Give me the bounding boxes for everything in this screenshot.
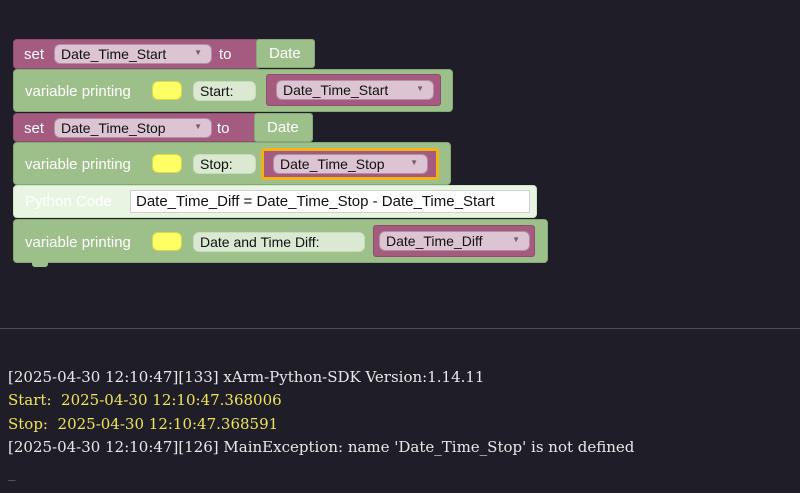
dropdown-arrow-icon: ▼ — [416, 84, 424, 93]
set-label: set — [24, 120, 45, 137]
color-swatch[interactable] — [152, 154, 182, 173]
text-field-diff[interactable]: Date and Time Diff: — [193, 232, 365, 252]
variable-dropdown-print-start[interactable]: Date_Time_Start ▼ — [276, 80, 434, 100]
dropdown-arrow-icon: ▼ — [512, 235, 520, 244]
blockly-workspace[interactable]: set Date_Time_Start ▼ to Date variable p… — [0, 0, 800, 328]
console-line: Start: 2025-04-30 12:10:47.368006 — [8, 391, 282, 409]
variable-printing-label: variable printing — [25, 156, 131, 173]
console-line: [2025-04-30 12:10:47][133] xArm-Python-S… — [8, 368, 485, 386]
python-code-input[interactable]: Date_Time_Diff = Date_Time_Stop - Date_T… — [130, 190, 530, 213]
console-output: [2025-04-30 12:10:47][133] xArm-Python-S… — [0, 329, 800, 493]
variable-printing-label: variable printing — [25, 234, 131, 251]
color-swatch[interactable] — [152, 81, 182, 100]
variable-dropdown-print-stop[interactable]: Date_Time_Stop ▼ — [273, 154, 428, 174]
python-code-block[interactable]: Python Code Date_Time_Diff = Date_Time_S… — [13, 185, 537, 218]
variable-dropdown-start[interactable]: Date_Time_Start ▼ — [54, 44, 212, 64]
python-code-label: Python Code — [25, 193, 112, 210]
block-connector — [32, 262, 48, 267]
variable-printing-diff-block[interactable]: variable printing Date and Time Diff: Da… — [13, 219, 548, 263]
variable-socket-diff[interactable]: Date_Time_Diff ▼ — [373, 225, 535, 257]
text-field-start[interactable]: Start: — [193, 81, 256, 101]
dropdown-arrow-icon: ▼ — [410, 158, 418, 167]
console-cursor: _ — [8, 463, 16, 481]
set-start-block[interactable]: set Date_Time_Start ▼ to — [13, 39, 261, 69]
text-field-stop[interactable]: Stop: — [193, 154, 256, 174]
console-line: Stop: 2025-04-30 12:10:47.368591 — [8, 415, 279, 433]
dropdown-arrow-icon: ▼ — [194, 48, 202, 57]
variable-socket-start[interactable]: Date_Time_Start ▼ — [266, 74, 441, 106]
color-swatch[interactable] — [152, 232, 182, 251]
variable-printing-label: variable printing — [25, 83, 131, 100]
dropdown-arrow-icon: ▼ — [194, 122, 202, 131]
variable-socket-stop-selected[interactable]: Date_Time_Stop ▼ — [261, 148, 439, 180]
set-stop-block[interactable]: set Date_Time_Stop ▼ to — [13, 113, 259, 142]
date-value-block[interactable]: Date — [254, 113, 313, 142]
variable-printing-stop-block[interactable]: variable printing Stop: Date_Time_Stop ▼ — [13, 142, 451, 185]
to-label: to — [219, 46, 232, 63]
set-label: set — [24, 46, 45, 63]
console-line: [2025-04-30 12:10:47][126] MainException… — [8, 438, 635, 456]
variable-dropdown-print-diff[interactable]: Date_Time_Diff ▼ — [379, 231, 530, 251]
date-value-block[interactable]: Date — [256, 39, 315, 68]
variable-dropdown-stop[interactable]: Date_Time_Stop ▼ — [54, 118, 212, 138]
variable-printing-start-block[interactable]: variable printing Start: Date_Time_Start… — [13, 69, 453, 112]
to-label: to — [217, 120, 230, 137]
